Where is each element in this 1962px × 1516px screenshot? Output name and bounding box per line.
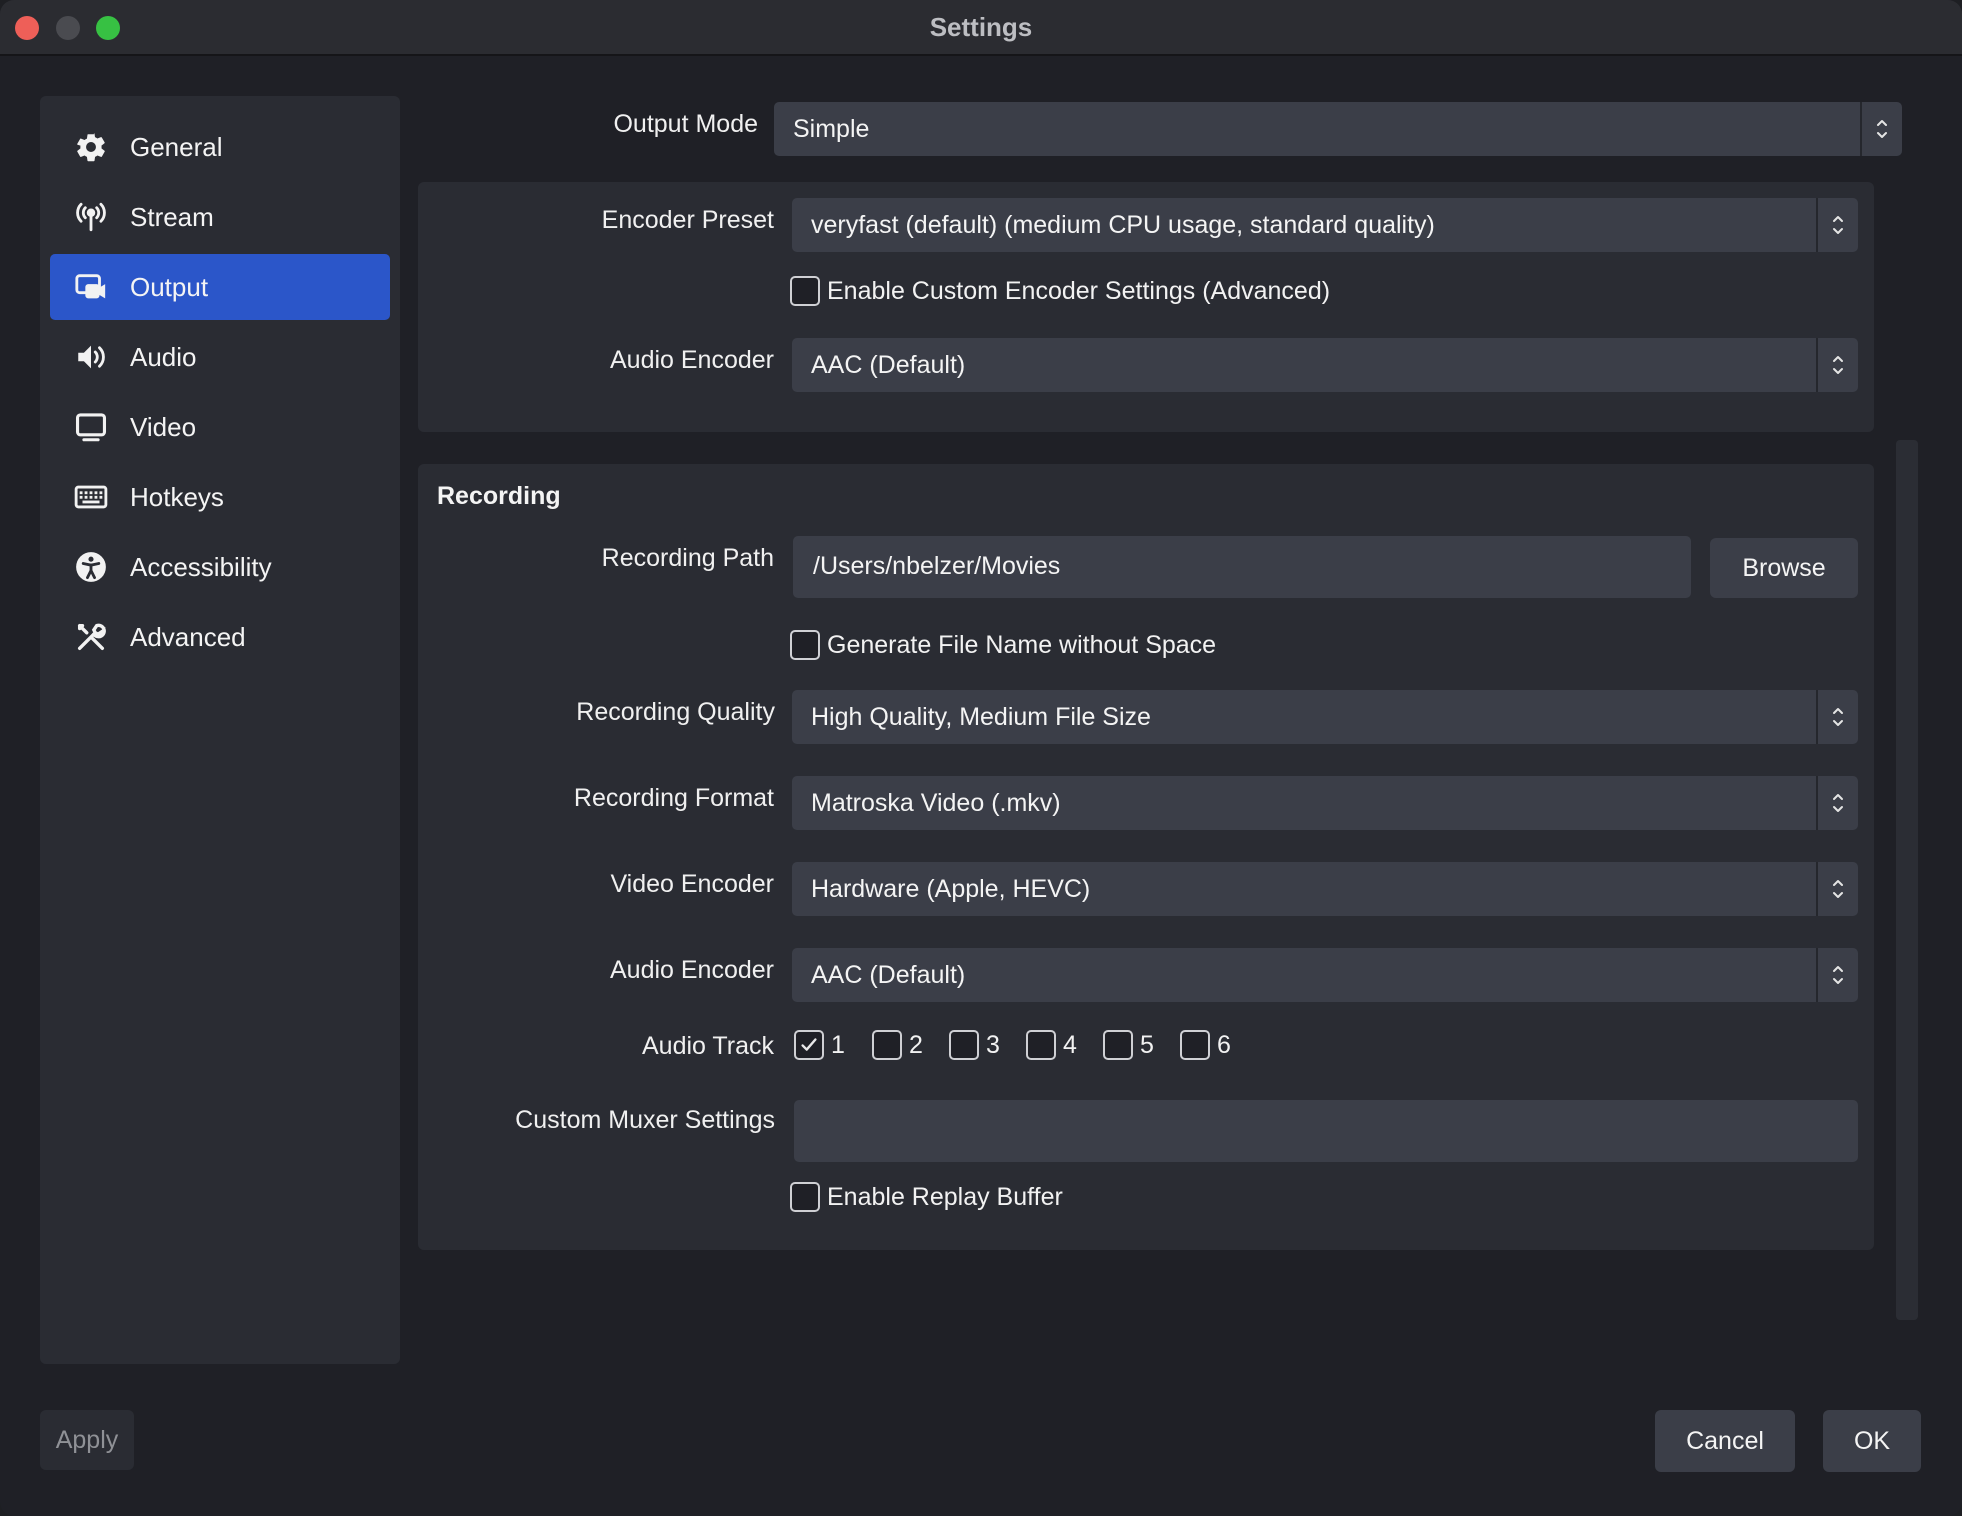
recording-path-value: /Users/nbelzer/Movies [813,552,1061,580]
sidebar-item-audio[interactable]: Audio [50,324,390,390]
sidebar-item-label: Advanced [130,621,246,652]
output-mode-value: Simple [793,115,870,143]
output-mode-label: Output Mode [613,110,758,138]
title-bar: Settings [0,0,1962,56]
vertical-scrollbar[interactable] [1896,440,1918,1320]
recording-panel: Recording Recording Path /Users/nbelzer/… [418,464,1874,1250]
ok-button[interactable]: OK [1823,1410,1921,1472]
audio-track-3-label: 3 [986,1030,1000,1059]
checkbox-box[interactable] [1026,1030,1056,1060]
checkmark-icon [801,1038,817,1051]
audio-track-2-label: 2 [909,1030,923,1059]
audio-track-6-label: 6 [1217,1030,1231,1059]
accessibility-icon [64,547,118,587]
sidebar-item-general[interactable]: General [50,114,390,180]
checkbox-box[interactable] [872,1030,902,1060]
output-mode-select[interactable]: Simple [774,102,1902,156]
replay-buffer-checkbox[interactable]: Enable Replay Buffer [790,1182,1063,1212]
sidebar-item-advanced[interactable]: Advanced [50,604,390,670]
recording-format-label: Recording Format [573,784,774,812]
updown-chevron-icon [1816,948,1858,1002]
sidebar-item-label: Accessibility [130,551,272,582]
encoder-preset-label: Encoder Preset [601,206,774,234]
no-space-filename-checkbox[interactable]: Generate File Name without Space [790,630,1216,660]
audio-track-1-label: 1 [831,1030,845,1059]
browse-button[interactable]: Browse [1710,538,1858,598]
sidebar-item-output[interactable]: Output [50,254,390,320]
sidebar-item-label: Hotkeys [130,481,224,512]
no-space-filename-label: Generate File Name without Space [827,630,1217,659]
custom-encoder-label: Enable Custom Encoder Settings (Advanced… [827,276,1331,305]
keyboard-icon [64,477,118,517]
replay-buffer-label: Enable Replay Buffer [827,1182,1063,1211]
recording-format-value: Matroska Video (.mkv) [811,789,1061,817]
apply-button[interactable]: Apply [40,1410,134,1470]
gear-icon [64,127,118,167]
updown-chevron-icon [1816,862,1858,916]
custom-encoder-checkbox[interactable]: Enable Custom Encoder Settings (Advanced… [790,276,1330,306]
audio-track-5-label: 5 [1140,1030,1154,1059]
sidebar: General Stream Output Audio Video Hotkey… [40,96,400,1364]
streaming-panel: Encoder Preset veryfast (default) (mediu… [418,182,1874,432]
updown-chevron-icon [1816,690,1858,744]
stream-audio-encoder-select[interactable]: AAC (Default) [792,338,1858,392]
updown-chevron-icon [1816,338,1858,392]
video-encoder-select[interactable]: Hardware (Apple, HEVC) [792,862,1858,916]
sidebar-item-label: Video [130,411,197,442]
antenna-icon [64,197,118,237]
speaker-icon [64,337,118,377]
audio-track-1-checkbox[interactable]: 1 [794,1030,845,1060]
window-title: Settings [929,12,1033,42]
tools-icon [64,617,118,657]
sidebar-item-accessibility[interactable]: Accessibility [50,534,390,600]
recording-path-label: Recording Path [601,544,774,572]
encoder-preset-select[interactable]: veryfast (default) (medium CPU usage, st… [792,198,1858,252]
checkbox-box[interactable] [1180,1030,1210,1060]
audio-track-4-label: 4 [1063,1030,1077,1059]
checkbox-box[interactable] [790,630,820,660]
sidebar-item-label: Stream [130,201,214,232]
audio-track-6-checkbox[interactable]: 6 [1180,1030,1231,1060]
checkbox-box[interactable] [790,276,820,306]
recording-quality-value: High Quality, Medium File Size [811,703,1151,731]
custom-muxer-label: Custom Muxer Settings [515,1106,775,1134]
sidebar-item-label: Output [130,271,209,302]
output-icon [64,267,118,307]
sidebar-item-label: Audio [130,341,197,372]
recording-format-select[interactable]: Matroska Video (.mkv) [792,776,1858,830]
encoder-preset-value: veryfast (default) (medium CPU usage, st… [811,211,1435,239]
output-settings: Output Mode Simple Encoder Preset veryfa… [418,96,1928,1336]
custom-muxer-input[interactable] [794,1100,1858,1162]
stream-audio-encoder-value: AAC (Default) [811,351,966,379]
sidebar-item-label: General [130,131,223,162]
audio-track-2-checkbox[interactable]: 2 [872,1030,923,1060]
checkbox-box[interactable] [1103,1030,1133,1060]
updown-chevron-icon [1816,198,1858,252]
audio-track-5-checkbox[interactable]: 5 [1103,1030,1154,1060]
checkbox-box[interactable] [949,1030,979,1060]
audio-track-3-checkbox[interactable]: 3 [949,1030,1000,1060]
sidebar-item-hotkeys[interactable]: Hotkeys [50,464,390,530]
recording-path-input[interactable]: /Users/nbelzer/Movies [793,536,1691,598]
stream-audio-encoder-label: Audio Encoder [609,346,774,374]
checkbox-box[interactable] [790,1182,820,1212]
sidebar-item-video[interactable]: Video [50,394,390,460]
audio-track-label: Audio Track [641,1032,774,1060]
audio-track-4-checkbox[interactable]: 4 [1026,1030,1077,1060]
sidebar-item-stream[interactable]: Stream [50,184,390,250]
video-encoder-label: Video Encoder [610,870,774,898]
recording-audio-encoder-select[interactable]: AAC (Default) [792,948,1858,1002]
updown-chevron-icon [1816,776,1858,830]
cancel-button[interactable]: Cancel [1655,1410,1795,1472]
monitor-icon [64,407,118,447]
video-encoder-value: Hardware (Apple, HEVC) [811,875,1091,903]
recording-section-title: Recording [437,482,561,510]
recording-audio-encoder-value: AAC (Default) [811,961,966,989]
recording-quality-label: Recording Quality [576,698,775,726]
recording-audio-encoder-label: Audio Encoder [609,956,774,984]
updown-chevron-icon [1860,102,1902,156]
recording-quality-select[interactable]: High Quality, Medium File Size [792,690,1858,744]
checkbox-box[interactable] [794,1030,824,1060]
settings-window: Settings General Stream Output Audio Vid… [0,0,1962,1516]
